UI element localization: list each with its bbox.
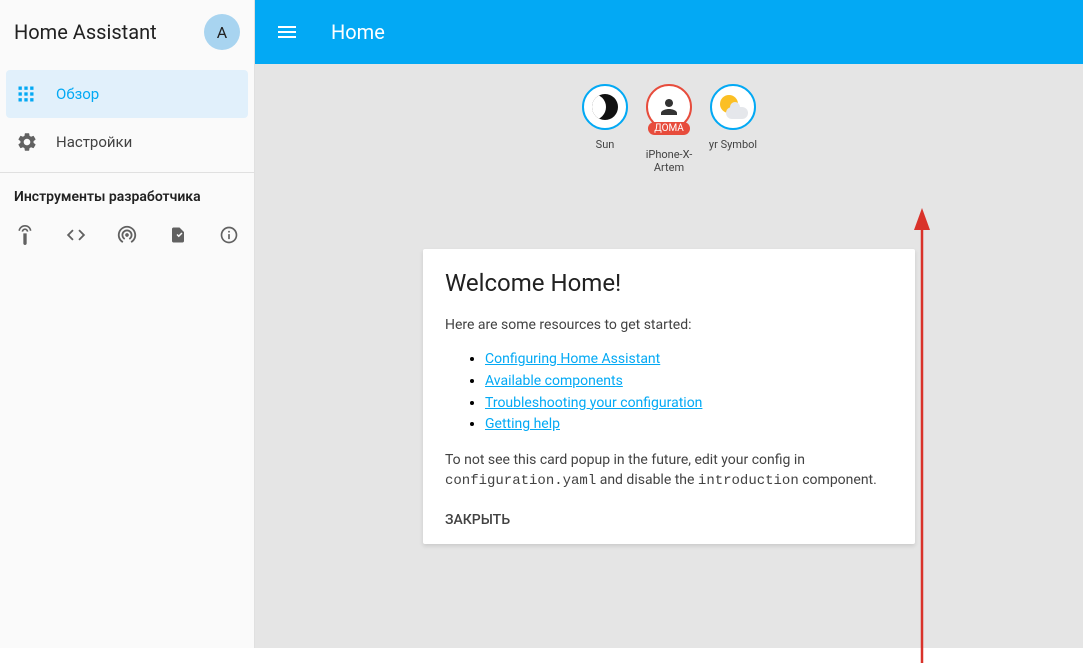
list-item: Configuring Home Assistant	[485, 349, 893, 371]
sidebar: Home Assistant A Обзор Настройки Инструм…	[0, 0, 255, 648]
link-configuring[interactable]: Configuring Home Assistant	[485, 351, 660, 367]
badges-row: Sun ДОМА iPhone-X-Artem yr Symbol	[255, 84, 1083, 174]
divider	[0, 172, 254, 173]
remote-icon[interactable]	[14, 223, 37, 247]
user-avatar[interactable]: A	[204, 14, 240, 50]
welcome-card: Welcome Home! Here are some resources to…	[423, 249, 915, 544]
weather-circle	[710, 84, 756, 130]
sidebar-item-settings[interactable]: Настройки	[6, 118, 248, 166]
weather-icon	[718, 95, 748, 119]
code-intro: introduction	[698, 473, 799, 489]
gear-icon	[16, 131, 56, 153]
app-title: Home Assistant	[14, 20, 157, 44]
main-area: Home Sun ДОМА iPhone-X-Artem	[255, 0, 1083, 648]
moon-icon	[592, 94, 618, 120]
card-title: Welcome Home!	[445, 269, 893, 297]
sidebar-item-label: Обзор	[56, 85, 99, 103]
badge-person[interactable]: ДОМА iPhone-X-Artem	[641, 84, 697, 174]
link-components[interactable]: Available components	[485, 373, 623, 389]
sidebar-header: Home Assistant A	[0, 0, 254, 64]
broadcast-icon[interactable]	[116, 223, 139, 247]
code-config: configuration.yaml	[445, 473, 596, 489]
code-icon[interactable]	[65, 223, 88, 247]
card-intro: Here are some resources to get started:	[445, 315, 893, 335]
dev-tools-label: Инструменты разработчика	[0, 183, 254, 215]
card-footer: To not see this card popup in the future…	[445, 450, 893, 492]
badge-label: Sun	[596, 138, 615, 151]
sun-circle	[582, 84, 628, 130]
topbar: Home	[255, 0, 1083, 64]
list-item: Troubleshooting your configuration	[485, 393, 893, 415]
sidebar-nav: Обзор Настройки	[0, 64, 254, 166]
link-troubleshooting[interactable]: Troubleshooting your configuration	[485, 395, 702, 411]
avatar-initial: A	[217, 23, 227, 42]
sidebar-item-overview[interactable]: Обзор	[6, 70, 248, 118]
sidebar-item-label: Настройки	[56, 133, 132, 151]
page-title: Home	[331, 20, 385, 44]
info-icon[interactable]	[217, 223, 240, 247]
badge-chip: ДОМА	[648, 122, 690, 135]
list-item: Available components	[485, 371, 893, 393]
list-item: Getting help	[485, 414, 893, 436]
badge-sun[interactable]: Sun	[577, 84, 633, 174]
dashboard-icon	[16, 84, 56, 104]
person-icon	[657, 95, 681, 119]
annotation-arrow	[912, 208, 932, 668]
file-icon[interactable]	[166, 223, 189, 247]
link-help[interactable]: Getting help	[485, 416, 560, 432]
badge-label: iPhone-X-Artem	[641, 148, 697, 174]
dismiss-button[interactable]: ЗАКРЫТЬ	[445, 512, 510, 528]
card-links: Configuring Home Assistant Available com…	[445, 349, 893, 436]
badge-weather[interactable]: yr Symbol	[705, 84, 761, 174]
menu-icon[interactable]	[275, 20, 299, 44]
content: Sun ДОМА iPhone-X-Artem yr Symbol Welcom…	[255, 64, 1083, 648]
dev-tools-row	[0, 215, 254, 255]
badge-label: yr Symbol	[709, 138, 757, 151]
